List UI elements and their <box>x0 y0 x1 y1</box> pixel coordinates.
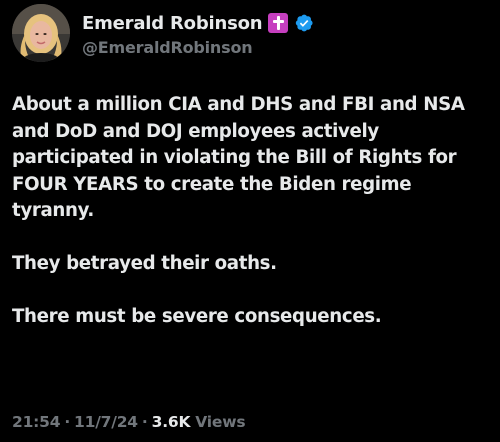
meta-separator: · <box>64 413 71 431</box>
author-handle[interactable]: @EmeraldRobinson <box>82 38 253 57</box>
tweet-date[interactable]: 11/7/24 <box>74 413 138 431</box>
views-label: Views <box>195 413 246 431</box>
tweet-paragraph: About a million CIA and DHS and FBI and … <box>12 94 465 221</box>
avatar-image <box>12 4 70 62</box>
tweet-paragraph: They betrayed their oaths. <box>12 253 277 274</box>
meta-separator: · <box>141 413 148 431</box>
cross-icon <box>268 13 289 33</box>
verified-icon[interactable] <box>294 13 314 33</box>
views-count: 3.6K <box>151 413 191 431</box>
tweet-text: About a million CIA and DHS and FBI and … <box>12 92 494 331</box>
author-name-row: Emerald Robinson <box>82 10 314 36</box>
tweet-time[interactable]: 21:54 <box>12 413 61 431</box>
tweet-paragraph: There must be severe consequences. <box>12 306 382 327</box>
avatar[interactable] <box>12 4 70 62</box>
author-display-name[interactable]: Emerald Robinson <box>82 13 263 34</box>
tweet-meta: 21:54 · 11/7/24 · 3.6K Views <box>12 410 246 434</box>
tweet-card: Emerald Robinson @EmeraldRobinson About … <box>0 0 500 442</box>
